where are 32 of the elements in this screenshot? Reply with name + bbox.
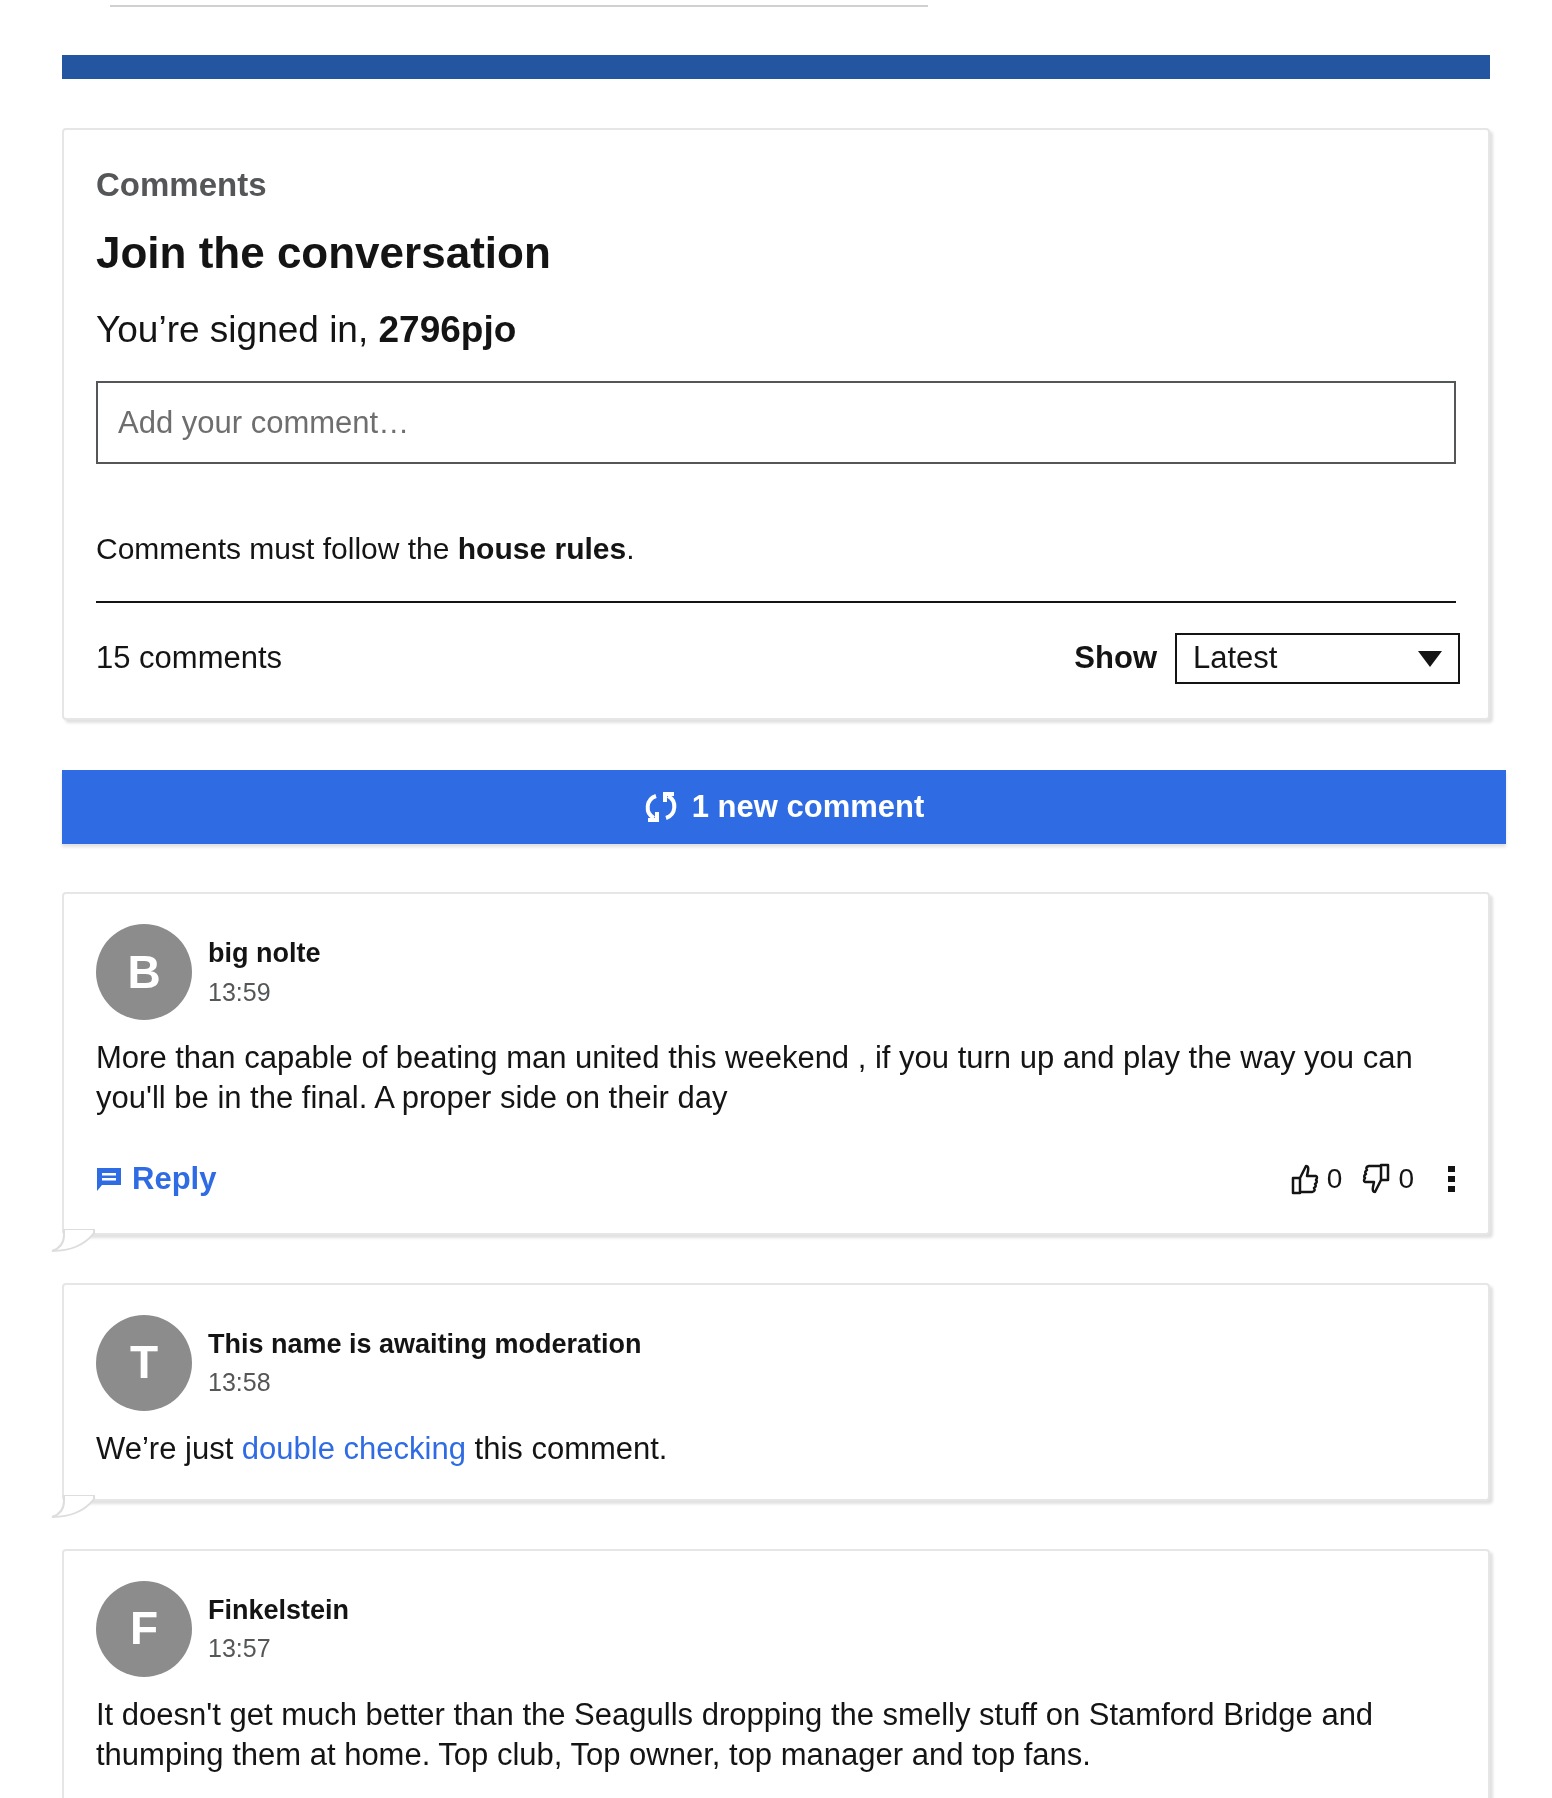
sort-label: Show: [1074, 639, 1157, 678]
thumbs-down-icon: [1362, 1163, 1391, 1196]
author-name: This name is awaiting moderation: [208, 1327, 642, 1361]
comment-text: We’re just double checking this comment.: [96, 1429, 669, 1468]
comment-time: 13:58: [208, 1367, 272, 1398]
refresh-icon: [643, 790, 678, 824]
house-rules-link[interactable]: house rules: [457, 532, 627, 565]
author-name: Finkelstein: [208, 1593, 350, 1627]
author-name: big nolte: [208, 937, 321, 970]
caret-icon: [1418, 650, 1442, 667]
signed-in-text: You’re signed in, 2796pjo: [96, 307, 518, 352]
avatar: F: [96, 1580, 192, 1677]
comment-icon: [96, 1166, 122, 1193]
comment-count: 15 comments: [96, 639, 283, 678]
double-checking-link[interactable]: double checking: [241, 1430, 466, 1466]
house-rules-notice: Comments must follow the house rules.: [96, 531, 636, 567]
more-options-button[interactable]: [1448, 1164, 1456, 1195]
avatar: B: [96, 924, 192, 1020]
thumbs-up-icon: [1290, 1163, 1319, 1196]
avatar: T: [96, 1314, 192, 1411]
comment-text: More than capable of beating man united this weekend , if you turn up and play the way you can you'll be in the final. A proper side on their day: [96, 1039, 1414, 1117]
panel-title: Join the conversation: [96, 226, 552, 279]
sort-dropdown[interactable]: Latest: [1175, 633, 1460, 684]
comment-time: 13:57: [208, 1633, 272, 1664]
comment-time: 13:59: [208, 976, 272, 1008]
like-button[interactable]: 0: [1290, 1158, 1343, 1201]
section-label: Comments: [96, 165, 268, 205]
comment-text: It doesn't get much better than the Seagulls dropping the smelly stuff on Stamford Bridge and thumping them at home. Top club, Top owner, top manager and top fans.: [96, 1695, 1375, 1774]
new-comments-button[interactable]: 1 new comment: [62, 770, 1506, 844]
reply-button[interactable]: Reply: [96, 1156, 217, 1203]
comment-field[interactable]: Add your comment…: [96, 381, 1456, 464]
dislike-button[interactable]: 0: [1362, 1158, 1414, 1201]
